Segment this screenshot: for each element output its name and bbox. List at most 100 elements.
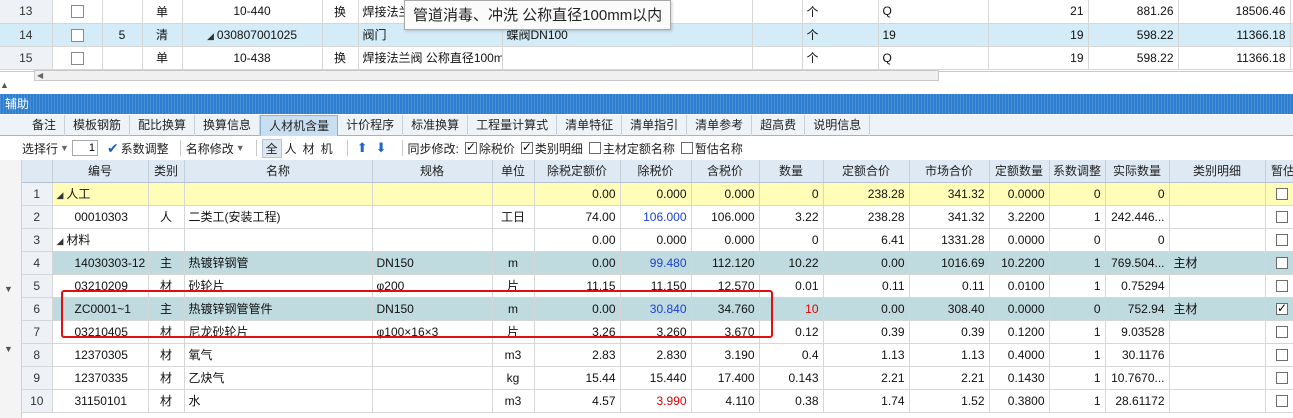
table-row[interactable]: 6 ZC0001~1 主热镀锌钢管管件 DN150 m 0.00 30.840 34.760 1… <box>22 297 1293 321</box>
tax-excl-price-cell[interactable]: 3.260 <box>620 320 692 344</box>
name-cell[interactable]: 乙炔气 <box>184 366 373 390</box>
sync-tax-price-checkbox[interactable]: 除税价 <box>464 140 515 157</box>
spec-cell[interactable]: DN150 <box>372 297 493 321</box>
table-row[interactable]: 4 14030303-12 主热镀锌钢管 DN150 m 0.00 99.480 112.12… <box>22 251 1293 275</box>
tab-8[interactable]: 工程量计算式 <box>468 115 558 136</box>
column-header[interactable]: 除税价 <box>620 160 692 183</box>
quota-price-cell[interactable]: 0.00 <box>534 297 621 321</box>
tax-incl-price-cell[interactable]: 12.570 <box>691 274 760 298</box>
select-row-input[interactable] <box>71 140 98 156</box>
tax-excl-price-cell[interactable]: 2.830 <box>620 343 692 367</box>
chevron-down-icon[interactable]: ▼ <box>60 143 69 153</box>
spec-cell[interactable] <box>372 366 493 390</box>
name-cell[interactable] <box>184 182 373 206</box>
column-header[interactable]: 类别 <box>148 160 185 183</box>
quantity-cell[interactable]: 0.38 <box>759 389 824 413</box>
quantity-cell[interactable]: 0 <box>759 228 824 252</box>
tax-incl-price-cell[interactable]: 17.400 <box>691 366 760 390</box>
spec-cell[interactable] <box>372 182 493 206</box>
tax-incl-price-cell[interactable]: 0.000 <box>691 228 760 252</box>
category-detail-cell[interactable] <box>1169 205 1266 229</box>
tax-incl-price-cell[interactable]: 3.190 <box>691 343 760 367</box>
quota-price-cell[interactable]: 74.00 <box>534 205 621 229</box>
unit-cell[interactable]: 工日 <box>492 205 535 229</box>
expand-triangle-icon[interactable]: ◢ <box>57 190 64 200</box>
category-detail-cell[interactable]: 主材 <box>1169 297 1266 321</box>
coef-cell[interactable]: 1 <box>1049 343 1106 367</box>
tax-excl-price-cell[interactable]: 3.990 <box>620 389 692 413</box>
checkbox-checked-icon[interactable] <box>464 140 477 154</box>
coef-adjust-button[interactable]: ✔ 系数调整 <box>107 140 169 157</box>
checkbox-icon[interactable] <box>1276 372 1288 385</box>
quantity-cell[interactable]: 10 <box>759 297 824 321</box>
coef-cell[interactable]: 1 <box>1049 274 1106 298</box>
row-checkbox[interactable] <box>70 5 84 19</box>
coef-cell[interactable]: 1 <box>1049 320 1106 344</box>
tab-7[interactable]: 标准换算 <box>403 115 469 136</box>
unit-cell[interactable] <box>492 228 535 252</box>
tax-excl-price-cell[interactable]: 0.000 <box>620 228 692 252</box>
coef-cell[interactable]: 0 <box>1049 297 1106 321</box>
quantity-cell[interactable]: 3.22 <box>759 205 824 229</box>
coef-cell[interactable]: 1 <box>1049 389 1106 413</box>
tab-13[interactable]: 说明信息 <box>805 115 871 136</box>
category-detail-cell[interactable]: 主材 <box>1169 251 1266 275</box>
quota-price-cell[interactable]: 4.57 <box>534 389 621 413</box>
checkbox-icon[interactable] <box>1276 349 1288 362</box>
quota-price-cell[interactable]: 0.00 <box>534 228 621 252</box>
tab-10[interactable]: 清单指引 <box>622 115 688 136</box>
name-cell[interactable] <box>184 228 373 252</box>
tab-12[interactable]: 超高费 <box>752 115 806 136</box>
tab-2[interactable]: 模板钢筋 <box>65 115 131 136</box>
table-row[interactable]: 10 31150101 材水 m3 4.57 3.990 4.110 0.38 1.74 1.52… <box>22 389 1293 413</box>
unit-cell[interactable]: 片 <box>492 320 535 344</box>
unit-cell[interactable]: 片 <box>492 274 535 298</box>
name-cell[interactable]: 二类工(安装工程) <box>184 205 373 229</box>
move-down-icon[interactable]: ⬇ <box>376 140 387 156</box>
filter-material-button[interactable]: 材 <box>300 140 318 157</box>
collapse-down-icon[interactable]: ▼ <box>4 284 13 294</box>
table-row[interactable]: 1 ◢ 人工 0.00 0.000 0.000 0 238.28 341.32 0.0000 0 0 <box>22 182 1293 206</box>
quantity-cell[interactable]: 0 <box>759 182 824 206</box>
sync-category-checkbox[interactable]: 类别明细 <box>520 140 583 157</box>
spec-cell[interactable] <box>372 389 493 413</box>
tax-incl-price-cell[interactable]: 4.110 <box>691 389 760 413</box>
column-header[interactable]: 市场合价 <box>909 160 990 183</box>
unit-cell[interactable]: m3 <box>492 343 535 367</box>
sync-main-quota-checkbox[interactable]: 主材定额名称 <box>588 140 675 157</box>
name-cell[interactable]: 水 <box>184 389 373 413</box>
spec-cell[interactable]: φ200 <box>372 274 493 298</box>
quantity-cell[interactable]: 0.143 <box>759 366 824 390</box>
category-detail-cell[interactable] <box>1169 274 1266 298</box>
expand-triangle-icon[interactable]: ◢ <box>207 31 214 41</box>
quota-price-cell[interactable]: 2.83 <box>534 343 621 367</box>
checkbox-icon[interactable] <box>1276 326 1288 339</box>
collapse-up-icon[interactable]: ▲ <box>0 80 12 94</box>
column-header[interactable]: 数量 <box>759 160 824 183</box>
quantity-cell[interactable]: 10.22 <box>759 251 824 275</box>
unit-cell[interactable]: kg <box>492 366 535 390</box>
tax-excl-price-cell[interactable]: 106.000 <box>620 205 692 229</box>
tax-incl-price-cell[interactable]: 3.670 <box>691 320 760 344</box>
category-detail-cell[interactable] <box>1169 366 1266 390</box>
top-table-row[interactable]: 15 单10-438换焊接法兰阀 公称直径100mm以内 个Q19598.22113… <box>0 46 1293 70</box>
column-header[interactable]: 类别明细 <box>1169 160 1266 183</box>
checkbox-icon[interactable] <box>1276 211 1288 224</box>
checkbox-icon[interactable] <box>1276 395 1288 408</box>
horizontal-scrollbar[interactable]: ◀ <box>34 70 939 81</box>
row-checkbox[interactable] <box>70 28 84 42</box>
spec-cell[interactable] <box>372 228 493 252</box>
tax-incl-price-cell[interactable]: 106.000 <box>691 205 760 229</box>
checkbox-icon[interactable] <box>680 142 693 154</box>
tax-excl-price-cell[interactable]: 0.000 <box>620 182 692 206</box>
unit-cell[interactable]: m3 <box>492 389 535 413</box>
column-header[interactable]: 实际数量 <box>1105 160 1170 183</box>
column-header[interactable]: 名称 <box>184 160 373 183</box>
tax-excl-price-cell[interactable]: 11.150 <box>620 274 692 298</box>
column-header[interactable]: 暂估 <box>1265 160 1293 183</box>
quota-price-cell[interactable]: 3.26 <box>534 320 621 344</box>
quota-price-cell[interactable]: 15.44 <box>534 366 621 390</box>
scroll-left-icon[interactable]: ◀ <box>37 71 43 81</box>
tax-incl-price-cell[interactable]: 34.760 <box>691 297 760 321</box>
tab-5[interactable]: 人材机含量 <box>260 115 339 136</box>
